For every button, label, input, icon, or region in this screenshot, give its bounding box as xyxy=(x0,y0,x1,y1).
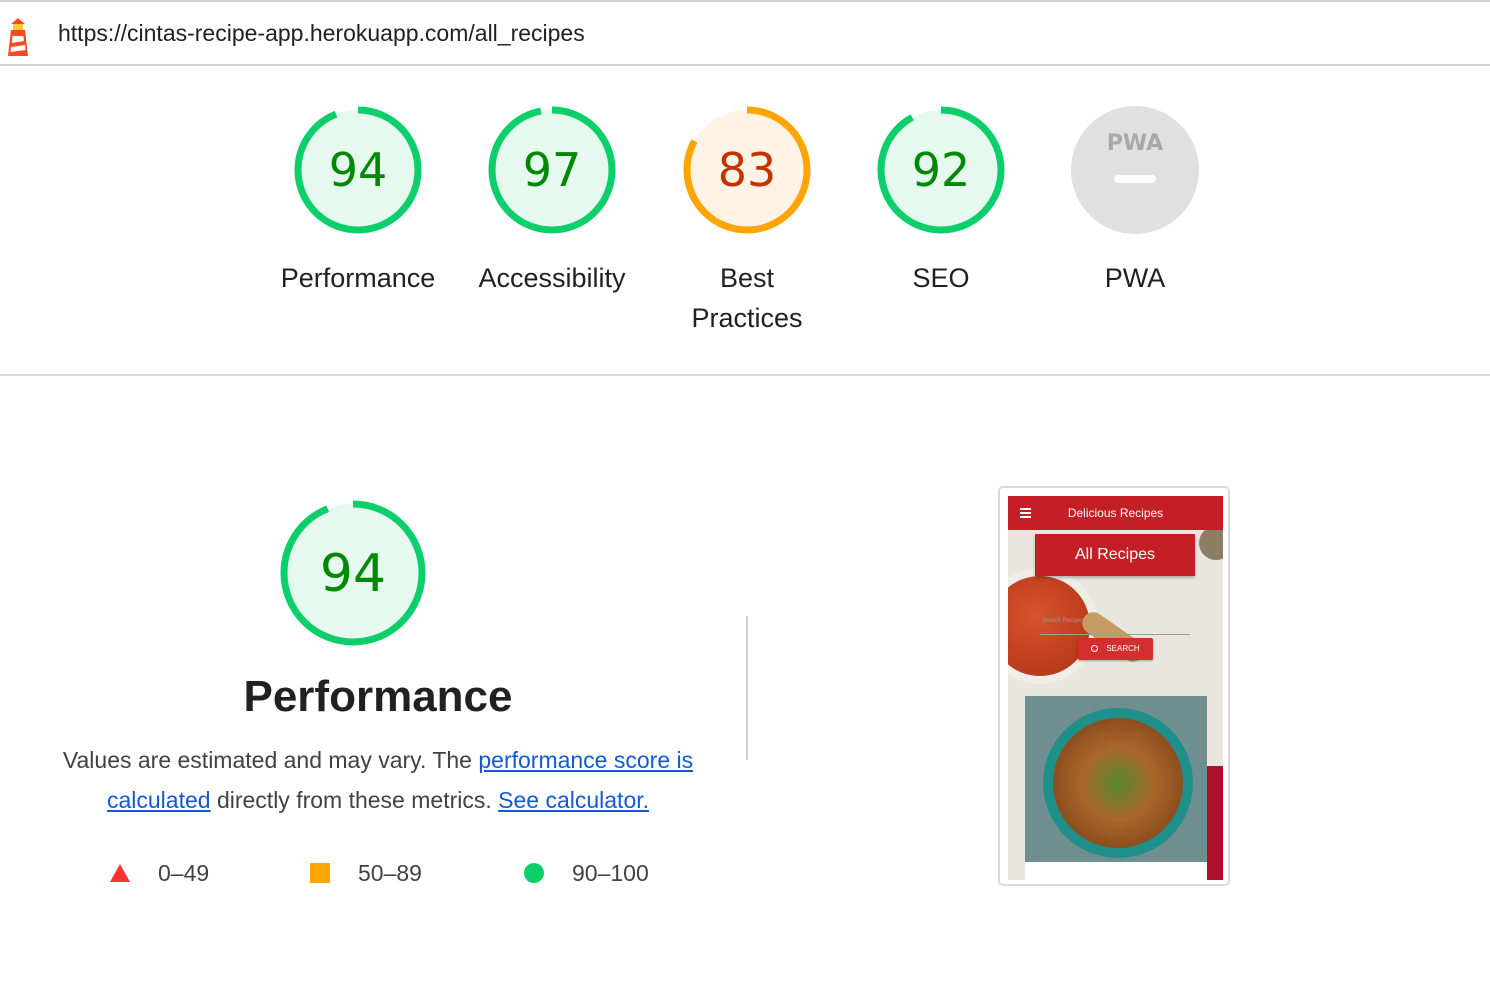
score-value: 83 xyxy=(718,143,777,197)
performance-heading: Performance xyxy=(243,672,513,721)
performance-gauge-large: 94 xyxy=(278,498,478,653)
app-title: Delicious Recipes xyxy=(1067,506,1164,520)
score-value: 97 xyxy=(523,143,582,197)
gauge-accessibility[interactable]: 97 Accessibility xyxy=(452,104,652,298)
pwa-badge-icon: PWA xyxy=(1071,106,1199,234)
score-ring: 83 xyxy=(683,106,811,234)
gauge-seo[interactable]: 92 SEO xyxy=(841,104,1041,298)
desc-text: directly from these metrics. xyxy=(210,787,499,813)
legend-range: 0–49 xyxy=(158,859,210,886)
legend-fail: 0–49 xyxy=(108,856,209,890)
gauge-pwa[interactable]: PWA PWA xyxy=(1035,104,1235,298)
score-ring: 94 xyxy=(280,500,426,646)
gauge-performance[interactable]: 94 Performance xyxy=(258,104,458,298)
triangle-icon xyxy=(110,864,130,882)
final-screenshot[interactable]: Delicious Recipes All Recipes Search Rec… xyxy=(998,486,1230,886)
square-icon xyxy=(310,863,330,883)
legend-pass: 90–100 xyxy=(522,856,649,890)
side-image xyxy=(1207,766,1223,880)
search-icon xyxy=(1091,645,1099,653)
desc-text: Values are estimated and may vary. The xyxy=(62,747,479,773)
search-button-label: SEARCH xyxy=(1106,644,1140,653)
legend-range: 90–100 xyxy=(572,859,649,886)
search-button: SEARCH xyxy=(1078,638,1153,660)
app-header: Delicious Recipes xyxy=(1008,496,1223,530)
see-calculator-link[interactable]: See calculator. xyxy=(498,787,649,813)
all-recipes-banner: All Recipes xyxy=(1035,534,1195,576)
seeds-image xyxy=(1199,526,1223,560)
gauge-best-practices[interactable]: 83 Best Practices xyxy=(647,104,847,338)
menu-icon xyxy=(1020,508,1031,518)
score-ring: 92 xyxy=(877,106,1005,234)
section-divider xyxy=(0,374,1490,376)
vertical-separator xyxy=(746,616,748,760)
recipe-card-image xyxy=(1025,696,1207,880)
score-value: 94 xyxy=(329,143,388,197)
legend-average: 50–89 xyxy=(308,856,422,890)
card-footer xyxy=(1025,862,1207,880)
circle-icon xyxy=(524,863,544,883)
lighthouse-icon xyxy=(8,18,28,56)
legend-range: 50–89 xyxy=(358,859,422,886)
pwa-badge-text: PWA xyxy=(1107,131,1163,156)
gauge-label: Accessibility xyxy=(478,263,626,293)
url-bar: https://cintas-recipe-app.herokuapp.com/… xyxy=(0,2,1490,66)
gauge-label: Best Practices xyxy=(691,263,803,333)
score-ring: 97 xyxy=(488,106,616,234)
search-input: Search Recipes xyxy=(1040,616,1190,635)
score-value: 92 xyxy=(912,143,971,197)
screenshot-content: Delicious Recipes All Recipes Search Rec… xyxy=(1008,496,1223,880)
search-placeholder: Search Recipes xyxy=(1042,618,1085,624)
gauge-label: Performance xyxy=(280,263,436,293)
stew-image xyxy=(1053,718,1183,848)
score-value: 94 xyxy=(320,544,386,604)
gauge-label: PWA xyxy=(1104,263,1166,293)
score-ring: 94 xyxy=(294,106,422,234)
gauge-label: SEO xyxy=(912,263,970,293)
page-url[interactable]: https://cintas-recipe-app.herokuapp.com/… xyxy=(58,20,585,47)
performance-description: Values are estimated and may vary. The p… xyxy=(48,740,708,820)
